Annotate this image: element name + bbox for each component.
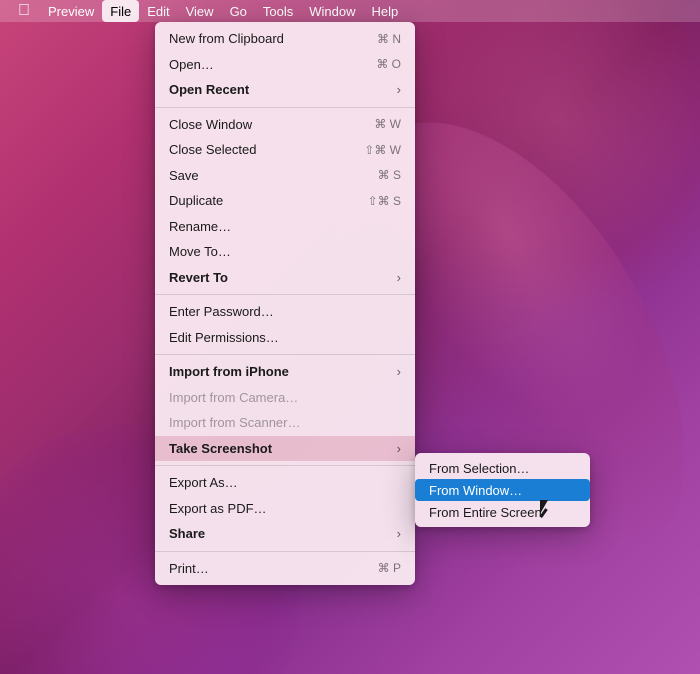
- desktop:  Preview File Edit View Go Tools Window…: [0, 0, 700, 674]
- edit-permissions-item[interactable]: Edit Permissions…: [155, 325, 415, 351]
- from-entire-screen-item[interactable]: From Entire Screen: [415, 501, 590, 523]
- import-from-scanner-item[interactable]: Import from Scanner…: [155, 410, 415, 436]
- open-item[interactable]: Open… ⌘ O: [155, 52, 415, 78]
- menubar:  Preview File Edit View Go Tools Window…: [0, 0, 700, 22]
- revert-to-item[interactable]: Revert To ›: [155, 265, 415, 291]
- import-iphone-arrow: ›: [397, 362, 401, 382]
- save-item[interactable]: Save ⌘ S: [155, 163, 415, 189]
- export-as-pdf-item[interactable]: Export as PDF…: [155, 496, 415, 522]
- separator-3: [155, 354, 415, 355]
- from-window-item[interactable]: From Window…: [415, 479, 590, 501]
- separator-2: [155, 294, 415, 295]
- file-dropdown-menu: New from Clipboard ⌘ N Open… ⌘ O Open Re…: [155, 22, 415, 585]
- separator-4: [155, 465, 415, 466]
- tools-menu-item[interactable]: Tools: [255, 0, 301, 22]
- take-screenshot-arrow: ›: [397, 439, 401, 459]
- preview-menu-item[interactable]: Preview: [40, 0, 102, 22]
- close-selected-item[interactable]: Close Selected ⇧⌘ W: [155, 137, 415, 163]
- share-item[interactable]: Share ›: [155, 521, 415, 547]
- view-menu-item[interactable]: View: [178, 0, 222, 22]
- close-window-item[interactable]: Close Window ⌘ W: [155, 112, 415, 138]
- open-recent-item[interactable]: Open Recent ›: [155, 77, 415, 103]
- new-from-clipboard-item[interactable]: New from Clipboard ⌘ N: [155, 26, 415, 52]
- separator-1: [155, 107, 415, 108]
- rename-item[interactable]: Rename…: [155, 214, 415, 240]
- edit-menu-item[interactable]: Edit: [139, 0, 177, 22]
- enter-password-item[interactable]: Enter Password…: [155, 299, 415, 325]
- open-recent-arrow: ›: [397, 80, 401, 100]
- import-from-camera-item[interactable]: Import from Camera…: [155, 385, 415, 411]
- share-arrow: ›: [397, 524, 401, 544]
- screenshot-submenu: From Selection… From Window… From Entire…: [415, 453, 590, 527]
- duplicate-item[interactable]: Duplicate ⇧⌘ S: [155, 188, 415, 214]
- export-as-item[interactable]: Export As…: [155, 470, 415, 496]
- go-menu-item[interactable]: Go: [222, 0, 255, 22]
- revert-to-arrow: ›: [397, 268, 401, 288]
- import-from-iphone-item[interactable]: Import from iPhone ›: [155, 359, 415, 385]
- window-menu-item[interactable]: Window: [301, 0, 363, 22]
- help-menu-item[interactable]: Help: [364, 0, 407, 22]
- from-selection-item[interactable]: From Selection…: [415, 457, 590, 479]
- take-screenshot-item[interactable]: Take Screenshot ›: [155, 436, 415, 462]
- file-menu-item[interactable]: File: [102, 0, 139, 22]
- apple-menu-item[interactable]: : [8, 0, 40, 22]
- move-to-item[interactable]: Move To…: [155, 239, 415, 265]
- separator-5: [155, 551, 415, 552]
- print-item[interactable]: Print… ⌘ P: [155, 556, 415, 582]
